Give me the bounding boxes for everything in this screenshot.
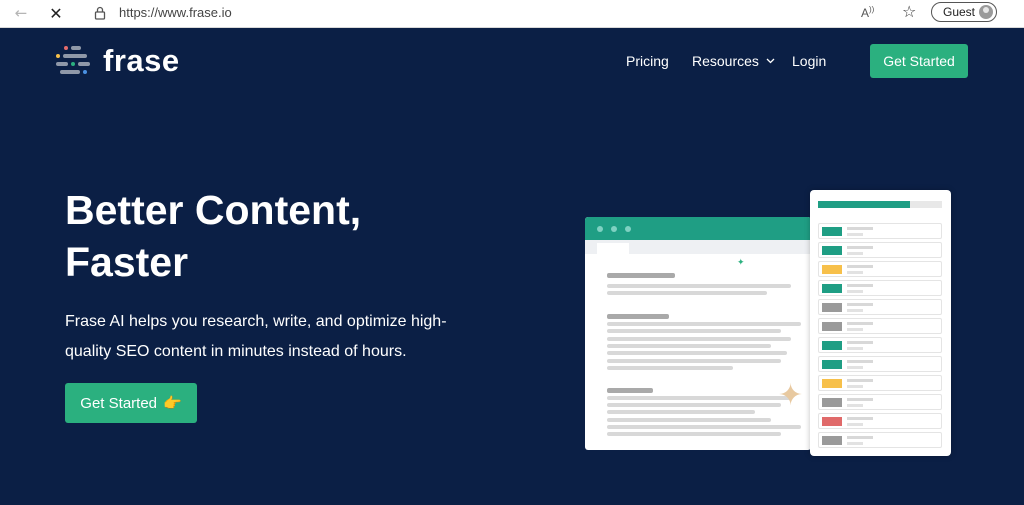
favorites-icon[interactable]: ☆ xyxy=(902,2,916,21)
editor-titlebar xyxy=(585,217,811,240)
lock-icon[interactable] xyxy=(89,3,111,23)
hero-title-line-1: Better Content, xyxy=(65,187,362,233)
sparkle-icon: ✦ xyxy=(737,258,745,268)
hero-title-line-2: Faster xyxy=(65,239,189,285)
stop-loading-icon[interactable]: ✕ xyxy=(45,3,67,23)
address-bar[interactable]: https://www.frase.io xyxy=(119,5,232,20)
nav-login[interactable]: Login xyxy=(792,53,826,69)
frase-logo[interactable]: frase xyxy=(56,43,186,80)
nav-resources-label: Resources xyxy=(692,53,759,69)
hero-subtitle: Frase AI helps you research, write, and … xyxy=(65,313,447,360)
hero-title: Better Content, Faster xyxy=(65,184,485,288)
nav-resources[interactable]: Resources xyxy=(692,53,775,69)
editor-tabstrip xyxy=(585,240,811,254)
editor-illustration xyxy=(585,217,811,450)
read-aloud-icon[interactable]: A)) xyxy=(861,5,874,20)
hero-cta-label: Get Started xyxy=(80,394,158,412)
guest-label: Guest xyxy=(943,5,976,19)
nav-pricing[interactable]: Pricing xyxy=(626,53,669,69)
back-arrow-icon[interactable]: ← xyxy=(10,3,32,23)
score-progress-bar xyxy=(818,201,942,208)
score-sidebar-illustration xyxy=(810,190,951,456)
pointing-hand-icon: 👉 xyxy=(163,395,182,412)
frase-logo-text: frase xyxy=(103,43,180,78)
browser-toolbar: ← ✕ https://www.frase.io A)) ☆ Guest xyxy=(0,0,1024,28)
get-started-hero-button[interactable]: Get Started 👉 xyxy=(65,383,197,423)
frase-logo-mark-icon xyxy=(56,46,90,74)
sparkle-icon: ✦ xyxy=(778,378,804,413)
avatar-icon xyxy=(979,5,993,19)
get-started-nav-button[interactable]: Get Started xyxy=(870,44,968,78)
profile-button[interactable]: Guest xyxy=(931,2,997,22)
chevron-down-icon xyxy=(766,58,775,64)
